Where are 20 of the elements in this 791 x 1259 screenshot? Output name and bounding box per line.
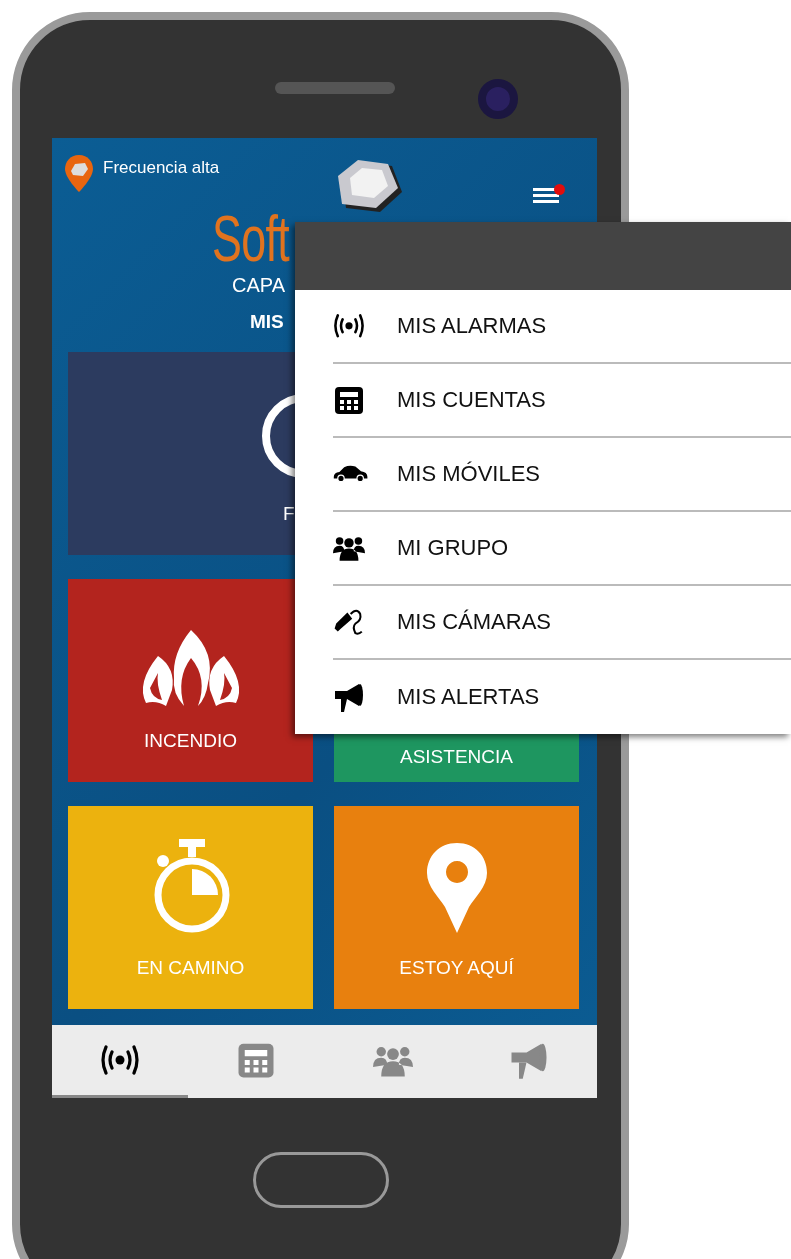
car-icon (333, 464, 369, 484)
camera-lens (478, 79, 518, 119)
group-icon (333, 534, 365, 562)
status-text: Frecuencia alta (103, 158, 220, 178)
menu-item[interactable]: MIS ALARMAS (333, 290, 791, 364)
alarm-icon (333, 313, 365, 339)
logo-text: Soft (212, 206, 289, 272)
home-button[interactable] (253, 1152, 389, 1208)
menu-item[interactable]: MIS MÓVILES (333, 438, 791, 512)
menu-item[interactable]: MIS CUENTAS (333, 364, 791, 438)
menu-item[interactable]: MI GRUPO (333, 512, 791, 586)
section-title: MIS (250, 311, 284, 333)
location-pin-icon (424, 841, 489, 935)
calculator-icon (333, 384, 365, 416)
alarm-icon (100, 1044, 141, 1076)
menu-item[interactable]: MIS CÁMARAS (333, 586, 791, 660)
logo-subtitle: CAPA (232, 274, 285, 297)
megaphone-icon (333, 681, 365, 713)
action-tile[interactable]: INCENDIO (68, 579, 313, 782)
menu-item[interactable]: MIS ALERTAS (333, 660, 791, 734)
